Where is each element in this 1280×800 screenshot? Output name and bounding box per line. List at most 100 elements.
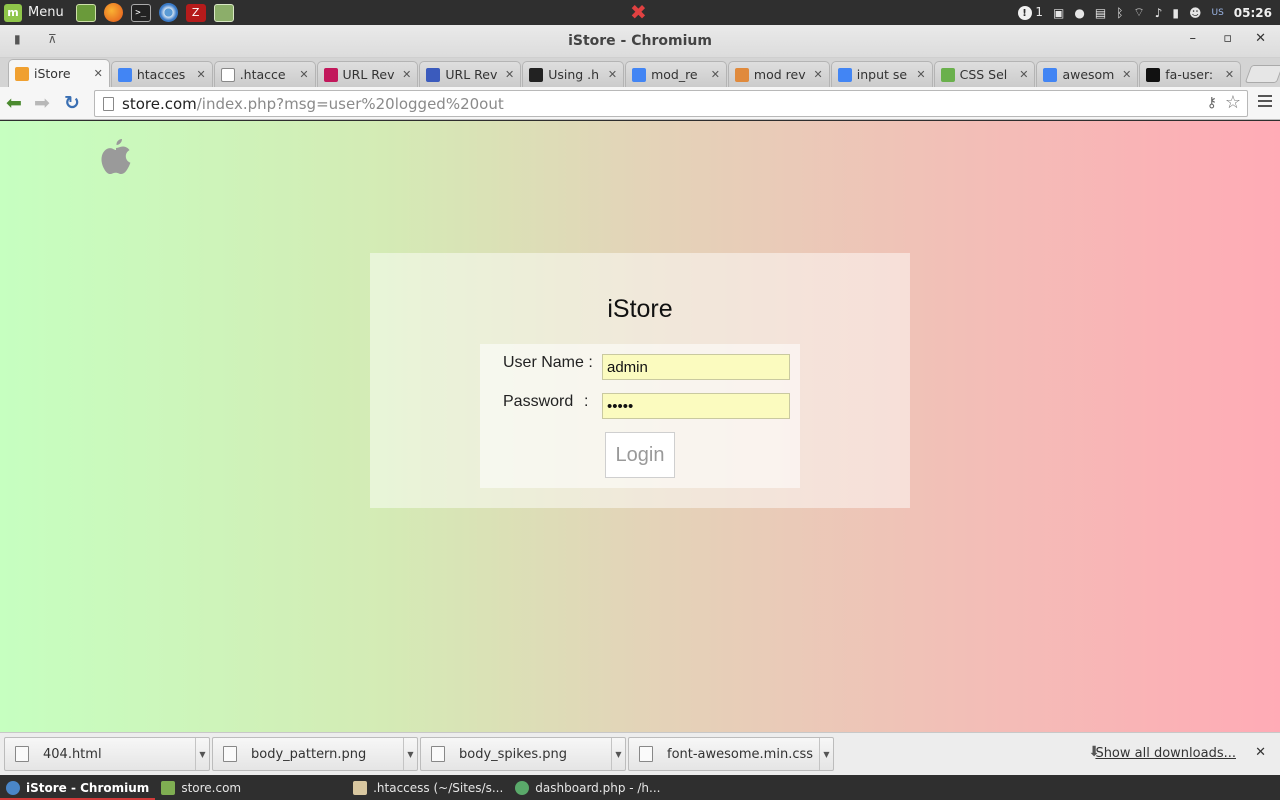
firefox-icon[interactable] — [103, 3, 123, 22]
menu-button[interactable]: m Menu — [0, 0, 70, 25]
username-label: User Name : — [503, 354, 593, 371]
show-all-downloads-link[interactable]: Show all downloads... — [1095, 746, 1236, 761]
login-button[interactable]: Login — [605, 432, 675, 478]
tab-close-icon[interactable]: ✕ — [505, 68, 514, 81]
tab[interactable]: iStore ✕ — [8, 59, 110, 87]
tab-close-icon[interactable]: ✕ — [1225, 68, 1234, 81]
tab-strip: iStore ✕ htacces ✕ .htacce ✕ URL Rev ✕ URL Rev ✕ U… — [0, 58, 1280, 87]
tab[interactable]: URL Rev ✕ — [316, 61, 419, 87]
update-count: 1 — [1035, 4, 1044, 19]
filezilla-icon[interactable]: Z — [185, 3, 206, 22]
battery-icon[interactable]: ▮ — [1172, 6, 1179, 20]
close-red-icon[interactable]: ✖ — [630, 2, 647, 22]
taskbar-item-dashboard[interactable]: dashboard.php - /h... — [509, 775, 666, 800]
login-card: iStore User Name : Password : ••••• Logi… — [370, 253, 910, 508]
tab-label: mod rev — [753, 67, 806, 82]
taskbar-item-htaccess[interactable]: .htaccess (~/Sites/s... — [347, 775, 509, 800]
tab-label: URL Rev — [342, 67, 395, 82]
close-downloads-icon[interactable]: ✕ — [1255, 745, 1266, 760]
launchers: >_ Z — [75, 3, 234, 22]
login-title: iStore — [607, 295, 673, 323]
login-form: User Name : Password : ••••• Login — [480, 344, 800, 488]
tab-close-icon[interactable]: ✕ — [711, 68, 720, 81]
url-host: store.com — [122, 94, 197, 113]
taskbar: iStore - Chromium store.com .htaccess (~… — [0, 775, 1280, 800]
wifi-icon[interactable]: ⌔ — [1133, 5, 1144, 20]
image-file-icon — [431, 746, 445, 762]
tab-close-icon[interactable]: ✕ — [1019, 68, 1028, 81]
system-monitor-icon[interactable]: ▣ — [1053, 6, 1064, 20]
download-item[interactable]: body_spikes.png ▼ — [420, 737, 626, 771]
key-icon[interactable]: ⚷ — [1207, 95, 1217, 111]
tab[interactable]: URL Rev ✕ — [419, 61, 522, 87]
tab-close-icon[interactable]: ✕ — [608, 68, 617, 81]
clock[interactable]: 05:26 — [1234, 6, 1272, 20]
tab[interactable]: mod_re ✕ — [625, 61, 727, 87]
text-editor-icon — [353, 780, 368, 795]
ghost-icon[interactable]: ☻ — [1189, 6, 1202, 20]
apple-logo-icon — [101, 139, 131, 174]
taskbar-item-chromium[interactable]: iStore - Chromium — [0, 775, 156, 800]
chevron-down-icon[interactable]: ▼ — [611, 738, 625, 770]
address-bar[interactable]: store.com/index.php?msg=user%20logged%20… — [94, 90, 1248, 117]
password-label: Password — [503, 393, 574, 410]
tab-close-icon[interactable]: ✕ — [402, 68, 411, 81]
new-tab-button[interactable] — [1244, 65, 1280, 83]
reload-icon[interactable]: ↻ — [64, 93, 80, 113]
window-titlebar[interactable]: ▮ ⊼ iStore - Chromium – ▫ ✕ — [0, 25, 1280, 58]
files-icon[interactable] — [75, 3, 96, 22]
forward-icon[interactable]: ➡ — [34, 93, 50, 113]
tab-close-icon[interactable]: ✕ — [94, 67, 103, 80]
chevron-down-icon[interactable]: ▼ — [819, 738, 833, 770]
lock-icon[interactable]: ▤ — [1095, 6, 1106, 20]
tab-favicon-icon — [837, 67, 852, 82]
tab[interactable]: CSS Sel ✕ — [933, 61, 1036, 87]
download-item[interactable]: 404.html ▼ — [4, 737, 210, 771]
maximize-icon[interactable]: ▫ — [1223, 31, 1232, 46]
bluetooth-icon[interactable]: ᛒ — [1116, 6, 1123, 20]
tab-label: Using .h — [548, 67, 600, 82]
window-pin-icon[interactable]: ⊼ — [48, 32, 57, 46]
tab-close-icon[interactable]: ✕ — [1122, 68, 1131, 81]
tab-label: fa-user: — [1165, 67, 1214, 82]
download-item[interactable]: body_pattern.png ▼ — [212, 737, 418, 771]
taskbar-item-label: dashboard.php - /h... — [535, 780, 661, 795]
terminal-icon[interactable]: >_ — [130, 3, 151, 22]
user-icon[interactable]: ● — [1074, 6, 1084, 20]
keyboard-layout[interactable]: US — [1211, 8, 1223, 18]
chrome-menu-icon[interactable] — [1258, 95, 1272, 109]
chevron-down-icon[interactable]: ▼ — [195, 738, 209, 770]
window-menu-icon[interactable]: ▮ — [14, 32, 21, 46]
tab-close-icon[interactable]: ✕ — [814, 68, 823, 81]
chromium-icon[interactable] — [158, 3, 178, 22]
tab-favicon-icon — [632, 67, 647, 82]
volume-icon[interactable]: ♪ — [1155, 6, 1163, 20]
notes-icon[interactable] — [213, 3, 234, 22]
tab[interactable]: fa-user: ✕ — [1139, 61, 1242, 87]
page-content: iStore User Name : Password : ••••• Logi… — [0, 121, 1280, 732]
tab-close-icon[interactable]: ✕ — [299, 68, 308, 81]
tab[interactable]: .htacce ✕ — [213, 61, 316, 87]
tab[interactable]: htacces ✕ — [110, 61, 213, 87]
tab[interactable]: mod rev ✕ — [727, 61, 830, 87]
chevron-down-icon[interactable]: ▼ — [403, 738, 417, 770]
minimize-icon[interactable]: – — [1190, 31, 1197, 46]
close-window-icon[interactable]: ✕ — [1255, 31, 1266, 46]
username-input[interactable] — [602, 354, 790, 380]
bookmark-star-icon[interactable]: ☆ — [1225, 92, 1241, 113]
back-icon[interactable]: ⬅ — [6, 93, 22, 113]
password-input[interactable]: ••••• — [602, 393, 790, 419]
window-title: iStore - Chromium — [568, 33, 712, 49]
tab[interactable]: Using .h ✕ — [522, 61, 625, 87]
tab-favicon-icon — [734, 67, 749, 82]
tab-label: CSS Sel — [959, 67, 1008, 82]
tab[interactable]: awesom ✕ — [1036, 61, 1139, 87]
download-item[interactable]: font-awesome.min.css ▼ — [628, 737, 834, 771]
tab-close-icon[interactable]: ✕ — [196, 68, 205, 81]
tab[interactable]: input se ✕ — [830, 61, 933, 87]
tab-close-icon[interactable]: ✕ — [916, 68, 925, 81]
taskbar-item-store[interactable]: store.com — [155, 775, 247, 800]
tab-favicon-icon — [117, 67, 132, 82]
update-manager-icon[interactable]: ! 1 — [1017, 4, 1044, 21]
file-icon — [15, 746, 29, 762]
